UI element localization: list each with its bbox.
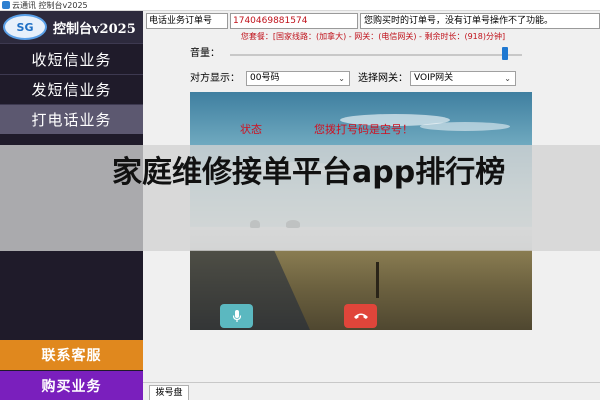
- gateway-value: VOIP网关: [414, 73, 454, 83]
- cloud: [420, 122, 510, 131]
- order-number-input[interactable]: 1740469881574: [230, 13, 358, 29]
- overlay-text: 家庭维修接单平台app排行榜: [112, 155, 506, 190]
- logo-icon: SG: [3, 14, 47, 40]
- fence-post: [376, 262, 379, 298]
- sidebar-item-label: 发短信业务: [31, 81, 112, 99]
- volume-row: 音量：: [190, 46, 532, 62]
- mic-button[interactable]: [220, 304, 253, 328]
- order-hint: 您购买时的订单号，没有订单号操作不了功能。: [360, 13, 600, 29]
- sidebar-item-label: 收短信业务: [31, 51, 112, 69]
- buy-service-button[interactable]: 购买业务: [0, 371, 143, 400]
- contact-support-label: 联系客服: [41, 348, 102, 364]
- tab-dialpad[interactable]: 拨号盘: [149, 385, 189, 400]
- sidebar-item-send-sms[interactable]: 发短信业务: [0, 75, 143, 104]
- chevron-down-icon: ⌄: [504, 74, 511, 83]
- sidebar-item-label: 打电话业务: [31, 111, 112, 129]
- sidebar-item-phone-call[interactable]: 打电话业务: [0, 105, 143, 134]
- app-icon: [2, 1, 10, 9]
- buy-service-label: 购买业务: [41, 378, 102, 395]
- microphone-icon: [232, 310, 241, 322]
- caller-display-value: 00号码: [250, 73, 280, 83]
- window-title: 云通讯 控制台v2025: [12, 0, 88, 10]
- bottom-tabbar: 拨号盘: [143, 382, 600, 400]
- logo-area: SG 控制台v2025: [0, 11, 143, 44]
- logo-badge: SG: [16, 20, 34, 34]
- gateway-select[interactable]: VOIP网关 ⌄: [410, 71, 516, 86]
- order-label: 电话业务订单号: [146, 13, 228, 29]
- logo-text: 控制台v2025: [53, 21, 136, 37]
- sidebar-item-receive-sms[interactable]: 收短信业务: [0, 45, 143, 74]
- volume-slider-thumb[interactable]: [501, 47, 508, 60]
- gateway-label: 选择网关：: [358, 73, 408, 84]
- order-row: 电话业务订单号 1740469881574 您购买时的订单号，没有订单号操作不了…: [146, 13, 600, 30]
- contact-support-button[interactable]: 联系客服: [0, 340, 143, 370]
- phone-hangup-icon: [353, 313, 368, 319]
- select-row: 对方显示： 00号码 ⌄ 选择网关： VOIP网关 ⌄: [190, 71, 532, 87]
- volume-label: 音量：: [190, 48, 220, 59]
- caller-display-select[interactable]: 00号码 ⌄: [246, 71, 350, 86]
- call-status-message: 您拨打号码是空号！: [314, 123, 413, 136]
- window-titlebar: 云通讯 控制台v2025: [0, 0, 600, 11]
- overlay-banner: 家庭维修接单平台app排行榜: [0, 145, 600, 251]
- volume-slider[interactable]: [230, 54, 522, 56]
- hangup-button[interactable]: [344, 304, 377, 328]
- chevron-down-icon: ⌄: [338, 74, 345, 83]
- call-status-label: 状态: [240, 123, 262, 136]
- package-info: 您套餐：[国家线路：(加拿大) - 网关：(电信网关) - 剩余时长：(918)…: [146, 31, 600, 43]
- caller-display-label: 对方显示：: [190, 73, 240, 84]
